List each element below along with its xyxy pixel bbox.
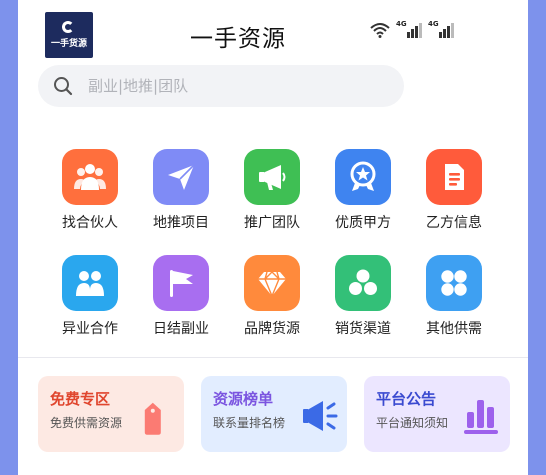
free-zone-card[interactable]: 免费专区 免费供需资源: [38, 376, 184, 452]
grid-item-label: 地推项目: [153, 215, 209, 231]
megaphone-icon: [244, 149, 300, 205]
search-icon: [54, 77, 73, 96]
platform-notice-card[interactable]: 平台公告 平台通知须知: [364, 376, 510, 452]
cubes-icon: [335, 255, 391, 311]
card-subtitle: 联系量排名榜: [213, 416, 286, 430]
logo-mark-icon: [62, 21, 76, 33]
tag-icon: [144, 402, 161, 435]
grid-item-label: 乙方信息: [426, 215, 482, 231]
loudspeaker-icon: [303, 401, 338, 431]
grid-item-label: 销货渠道: [335, 321, 391, 337]
signal-bar: [451, 23, 454, 38]
phone-screen: 一手货源 一手资源 4G 4G 副业|地推|团队 找合伙人 地推项目 推广团队 …: [18, 0, 528, 475]
search-input[interactable]: [86, 76, 370, 96]
signal-bar: [415, 26, 418, 38]
grid-item-daily-gig[interactable]: 日结副业: [135, 255, 227, 338]
page-title: 一手资源: [190, 26, 286, 52]
signal-label: 4G: [396, 20, 407, 28]
card-title: 免费专区: [50, 390, 111, 408]
wifi-icon: [370, 23, 390, 38]
search-bar[interactable]: [38, 65, 404, 107]
grid-item-label: 其他供需: [426, 321, 482, 337]
grid-item-brand-supply[interactable]: 品牌货源: [226, 255, 318, 338]
grid-item-other-needs[interactable]: 其他供需: [408, 255, 500, 338]
grid-item-promo-team[interactable]: 推广团队: [226, 149, 318, 232]
grid-item-label: 找合伙人: [62, 215, 118, 231]
star-badge-icon: [335, 149, 391, 205]
app-logo: 一手货源: [45, 12, 93, 58]
signal-bar: [447, 26, 450, 38]
grid-item-label: 日结副业: [153, 321, 209, 337]
signal-bar: [439, 32, 442, 38]
grid-item-sales-channel[interactable]: 销货渠道: [317, 255, 409, 338]
card-title: 平台公告: [376, 390, 437, 408]
grid-item-ground-push[interactable]: 地推项目: [135, 149, 227, 232]
status-bar: 4G 4G: [370, 20, 454, 38]
signal-bar: [419, 23, 422, 38]
signal-label: 4G: [428, 20, 439, 28]
signal-strength-icon: 4G: [396, 20, 422, 38]
signal-strength-icon: 4G: [428, 20, 454, 38]
card-subtitle: 平台通知须知: [376, 416, 449, 430]
signal-bar: [411, 29, 414, 38]
grid-item-label: 推广团队: [244, 215, 300, 231]
resource-ranking-card[interactable]: 资源榜单 联系量排名榜: [201, 376, 347, 452]
grid-item-label: 优质甲方: [335, 215, 391, 231]
logo-text: 一手货源: [50, 39, 87, 49]
card-subtitle: 免费供需资源: [50, 416, 123, 430]
signal-bar: [407, 32, 410, 38]
grid-item-label: 品牌货源: [244, 321, 300, 337]
bar-chart-icon: [464, 400, 498, 434]
diamond-icon: [244, 255, 300, 311]
grid-item-vendor-info[interactable]: 乙方信息: [408, 149, 500, 232]
people-icon: [62, 149, 118, 205]
grid-item-cross-industry[interactable]: 异业合作: [44, 255, 136, 338]
paper-plane-icon: [153, 149, 209, 205]
grid-icon: [426, 255, 482, 311]
flag-icon: [153, 255, 209, 311]
section-divider: [18, 357, 528, 358]
signal-bar: [443, 29, 446, 38]
document-icon: [426, 149, 482, 205]
grid-item-find-partner[interactable]: 找合伙人: [44, 149, 136, 232]
handshake-icon: [62, 255, 118, 311]
grid-item-label: 异业合作: [62, 321, 118, 337]
card-title: 资源榜单: [213, 390, 274, 408]
grid-item-quality-client[interactable]: 优质甲方: [317, 149, 409, 232]
